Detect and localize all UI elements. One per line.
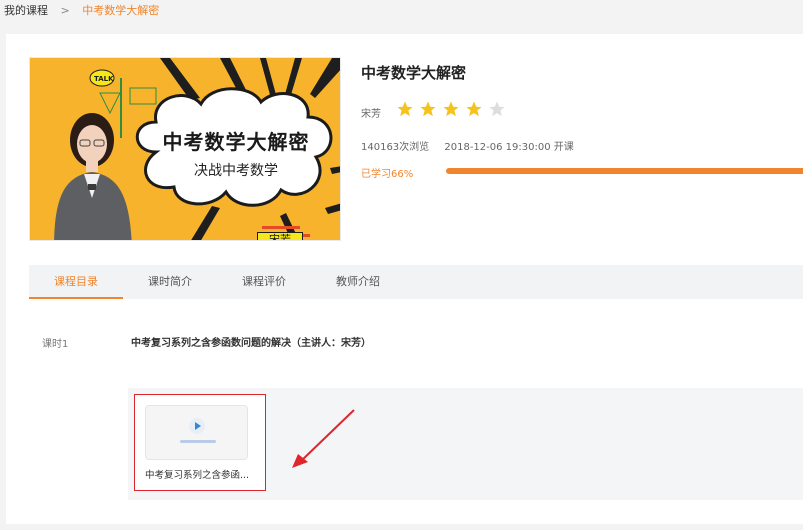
course-card: TALK 中考数学大解密 决战中考数学 宋芳 中考数学大解密 宋芳 140163…: [6, 34, 803, 524]
star-filled-icon: [443, 101, 459, 117]
lesson-title: 中考复习系列之含参函数问题的解决（主讲人：宋芳）: [131, 338, 371, 349]
tab-reviews[interactable]: 课程评价: [217, 265, 311, 299]
star-empty-icon: [489, 101, 505, 117]
teacher-portrait: [54, 113, 132, 240]
course-tabs: 课程目录 课时简介 课程评价 教师介绍: [29, 265, 803, 299]
breadcrumb-current: 中考数学大解密: [82, 4, 160, 17]
star-filled-icon: [397, 101, 413, 117]
start-time: 2018-12-06 19:30:00 开课: [444, 142, 574, 153]
view-count: 140163次浏览: [361, 142, 430, 153]
tab-catalog[interactable]: 课程目录: [29, 265, 123, 299]
progress-bar: [446, 168, 803, 174]
course-meta: 140163次浏览 2018-12-06 19:30:00 开课: [361, 138, 586, 153]
cover-name-tag: 宋芳: [257, 232, 303, 240]
talk-bubble-text: TALK: [94, 75, 114, 83]
teacher-name: 宋芳: [361, 109, 381, 120]
video-resource-label[interactable]: 中考复习系列之含参函...: [145, 467, 249, 481]
breadcrumb: 我的课程 > 中考数学大解密: [0, 0, 803, 24]
thumbnail-caption-bar: [180, 440, 216, 443]
play-icon: [189, 418, 205, 434]
course-title: 中考数学大解密: [361, 64, 467, 82]
lesson-resources: 中考复习系列之含参函...: [128, 388, 803, 500]
cover-cloud-subtitle: 决战中考数学: [194, 163, 278, 179]
course-cover-image: TALK 中考数学大解密 决战中考数学 宋芳: [29, 57, 341, 241]
breadcrumb-my-courses[interactable]: 我的课程: [4, 4, 48, 17]
rating-stars: [396, 100, 506, 118]
progress-label: 已学习66%: [361, 169, 414, 180]
breadcrumb-separator: >: [60, 4, 70, 17]
video-resource-card[interactable]: 中考复习系列之含参函...: [134, 394, 266, 491]
star-filled-icon: [466, 101, 482, 117]
tab-teacher-intro[interactable]: 教师介绍: [311, 265, 405, 299]
cover-cloud-title: 中考数学大解密: [162, 130, 310, 154]
tab-lesson-intro[interactable]: 课时简介: [123, 265, 217, 299]
star-filled-icon: [420, 101, 436, 117]
annotation-arrow-icon: [292, 409, 355, 468]
lesson-number: 课时1: [42, 339, 69, 350]
video-thumbnail[interactable]: [145, 405, 248, 460]
